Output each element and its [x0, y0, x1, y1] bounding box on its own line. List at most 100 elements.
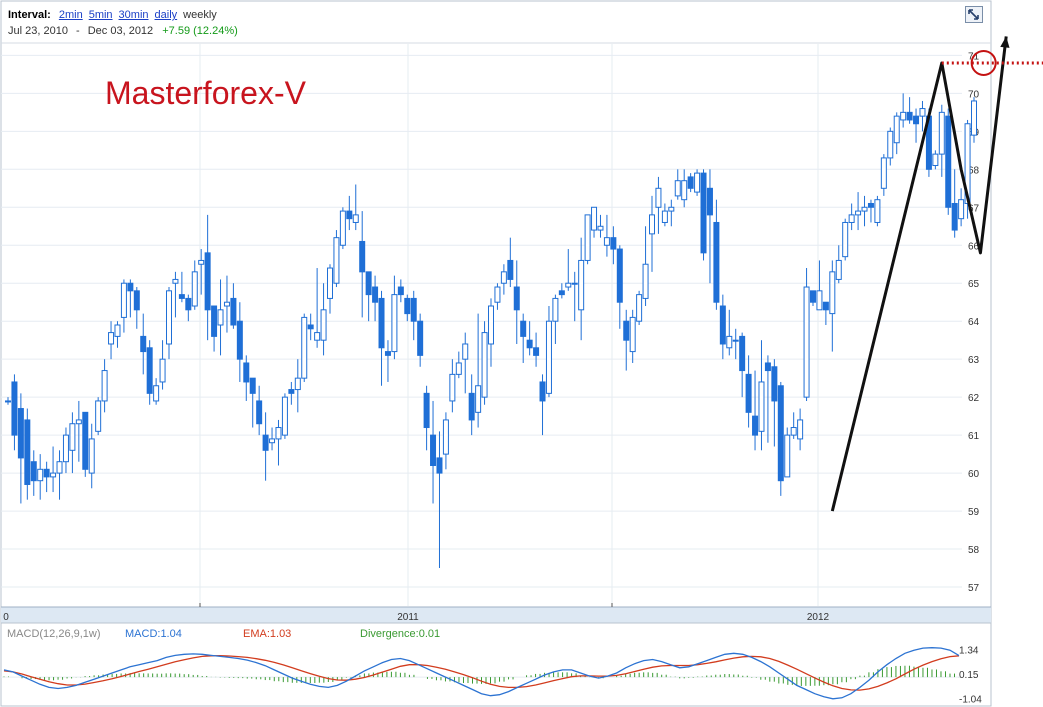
- candle-body-up: [842, 221, 849, 258]
- candle-body-up: [597, 225, 604, 231]
- macd-y-tick-label: 0.15: [959, 670, 979, 681]
- candle-body-up: [681, 180, 688, 201]
- interval-5min[interactable]: 5min: [89, 9, 113, 21]
- y-tick-label: 57: [968, 583, 980, 594]
- candle-body-up: [5, 400, 11, 403]
- candle-body-up: [500, 271, 507, 284]
- range-start: Jul 23, 2010: [8, 25, 68, 37]
- legend-ema: EMA:1.03: [243, 628, 292, 640]
- candle-body-down: [526, 339, 533, 349]
- date-range: Jul 23, 2010 - Dec 03, 2012 +7.59 (12.24…: [8, 25, 238, 37]
- y-tick-label: 58: [968, 545, 980, 556]
- candle: [301, 313, 308, 382]
- candle-body-down: [867, 202, 874, 208]
- candle: [694, 169, 701, 196]
- candle-body-up: [108, 332, 115, 345]
- x-tick-label: 2012: [807, 612, 830, 623]
- candle: [784, 427, 791, 478]
- y-tick-label: 64: [968, 317, 980, 328]
- candle-body-up: [971, 100, 977, 136]
- candle-body-up: [281, 396, 288, 436]
- candle-body-up: [56, 461, 63, 474]
- candle-body-up: [803, 286, 810, 398]
- chart-canvas[interactable]: 575859606162636465666768697071 020112012…: [0, 0, 1043, 707]
- candle-body-up: [887, 130, 894, 159]
- candle-body-down: [127, 282, 134, 292]
- candle-body-up: [462, 343, 469, 360]
- candle-body-down: [777, 385, 784, 482]
- candle-body-up: [545, 320, 552, 394]
- price-change: +7.59 (12.24%): [162, 25, 238, 37]
- candle-body-down: [913, 115, 920, 125]
- candle-body-up: [932, 153, 939, 167]
- interval-daily[interactable]: daily: [155, 9, 178, 21]
- candle-body-down: [906, 111, 913, 121]
- y-tick-label: 61: [968, 431, 980, 442]
- candle-body-up: [855, 210, 862, 216]
- candle-body-up: [642, 263, 649, 299]
- candle-body-down: [558, 290, 565, 296]
- candle-body-up: [88, 438, 95, 474]
- candle-body-down: [11, 381, 18, 436]
- candle-body-down: [236, 320, 243, 360]
- candle-body-down: [745, 373, 752, 413]
- candle-body-up: [571, 282, 578, 285]
- candle-body-up: [320, 309, 327, 341]
- candle-body-up: [455, 362, 462, 375]
- candle-body-down: [468, 392, 475, 421]
- candle-body-up: [217, 309, 224, 326]
- candle-body-down: [739, 335, 746, 372]
- candle-body-up: [893, 115, 900, 144]
- candle-body-down: [513, 286, 520, 311]
- candle-body-up: [726, 335, 733, 349]
- candle-body-up: [223, 301, 230, 307]
- x-tick-label: 0: [3, 612, 9, 623]
- candle-body-up: [829, 271, 836, 315]
- interval-2min[interactable]: 2min: [59, 9, 83, 21]
- candle-body-up: [159, 358, 166, 383]
- expand-button[interactable]: [965, 6, 983, 23]
- candle-body-down: [687, 176, 694, 189]
- candle-body-down: [623, 320, 630, 341]
- candle: [281, 393, 288, 439]
- candle-body-up: [339, 210, 346, 246]
- interval-label: Interval:: [8, 9, 51, 21]
- candle-body-down: [423, 392, 430, 429]
- candle: [945, 108, 952, 215]
- candle-body-down: [230, 297, 237, 326]
- candle-body-down: [140, 335, 147, 353]
- candle-body-down: [436, 457, 443, 474]
- candle-body-up: [629, 316, 636, 353]
- candle: [842, 218, 849, 261]
- candle-body-down: [951, 202, 958, 231]
- candle-body-down: [713, 221, 720, 303]
- interval-weekly: weekly: [183, 9, 217, 21]
- candle: [95, 397, 102, 436]
- macd-title: MACD(12,26,9,1w): [7, 628, 101, 640]
- candle-body-down: [507, 259, 514, 280]
- candle-body-down: [719, 305, 726, 345]
- candle-body-down: [185, 297, 192, 311]
- candle-body-up: [294, 377, 301, 391]
- chart-root: 575859606162636465666768697071 020112012…: [0, 0, 1043, 707]
- candle-body-up: [269, 438, 276, 444]
- candle-body-up: [481, 332, 488, 398]
- candle-body-down: [178, 294, 185, 299]
- candle-body-down: [82, 411, 89, 470]
- legend-macd: MACD:1.04: [125, 628, 182, 640]
- interval-30min[interactable]: 30min: [119, 9, 149, 21]
- candle-body-up: [938, 111, 945, 155]
- candle-body-up: [172, 278, 179, 284]
- candle-body-up: [861, 206, 868, 212]
- candle-body-up: [191, 271, 198, 307]
- x-tick-label: 2011: [397, 612, 419, 623]
- candle: [82, 411, 89, 477]
- candle-body-up: [391, 294, 398, 353]
- time-axis-band: [1, 607, 991, 623]
- candle-body-down: [410, 297, 417, 322]
- candle-body-up: [784, 434, 791, 478]
- candle-body-up: [603, 237, 610, 246]
- candle-body-down: [430, 434, 437, 466]
- candle-body-up: [95, 400, 102, 432]
- candle-body-down: [24, 419, 31, 485]
